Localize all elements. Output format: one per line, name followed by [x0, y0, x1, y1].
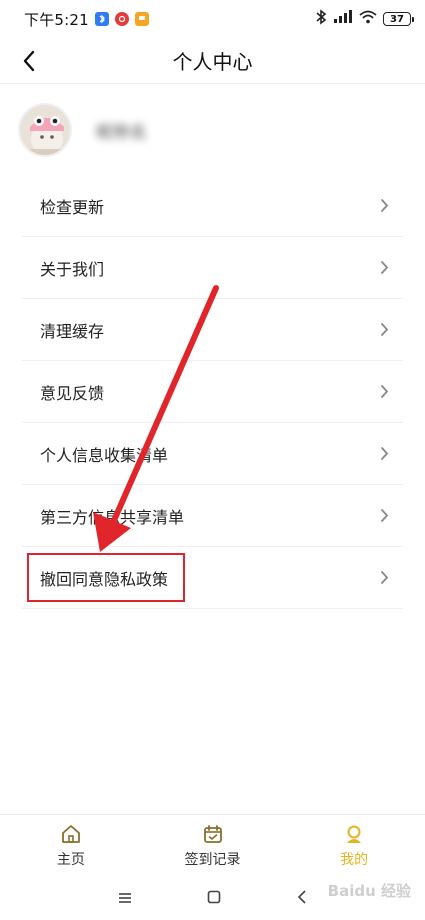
menu-item-label: 关于我们	[40, 259, 105, 279]
chevron-right-icon	[377, 199, 391, 213]
tab-label: 我的	[340, 851, 369, 868]
menu-item-personal-info-list[interactable]: 个人信息收集清单	[22, 423, 403, 485]
tab-mine[interactable]: 我的	[283, 815, 425, 876]
tab-label: 签到记录	[184, 851, 241, 868]
home-icon	[61, 824, 80, 843]
message-app-icon	[134, 12, 149, 26]
cellular-signal-icon	[333, 10, 353, 28]
bottom-tab-bar: 主页 签到记录 我的	[0, 814, 425, 876]
tab-checkin-records[interactable]: 签到记录	[142, 815, 284, 876]
menu-item-third-party-share-list[interactable]: 第三方信息共享清单	[22, 485, 403, 547]
menu-item-label: 第三方信息共享清单	[40, 507, 185, 527]
menu-item-about-us[interactable]: 关于我们	[22, 237, 403, 299]
chevron-right-icon	[377, 323, 391, 337]
tab-home[interactable]: 主页	[0, 815, 142, 876]
status-bar: 下午5:21 37	[0, 0, 425, 38]
menu-item-feedback[interactable]: 意见反馈	[22, 361, 403, 423]
chevron-right-icon	[377, 571, 391, 585]
chevron-right-icon	[377, 509, 391, 523]
wifi-icon	[359, 10, 377, 28]
username: 昵称名	[96, 122, 147, 143]
chevron-right-icon	[377, 261, 391, 275]
menu-item-clear-cache[interactable]: 清理缓存	[22, 299, 403, 361]
menu-item-label: 个人信息收集清单	[40, 445, 169, 465]
nav-bar: 个人中心	[0, 38, 425, 84]
status-right: 37	[315, 9, 414, 29]
watermark: Baidu 经验	[327, 882, 411, 900]
back-button[interactable]	[14, 46, 44, 76]
profile-section[interactable]: 昵称名	[0, 98, 425, 162]
menu-item-label: 清理缓存	[40, 321, 105, 341]
chevron-left-icon	[23, 50, 35, 72]
netease-music-icon	[114, 12, 129, 26]
page-title: 个人中心	[172, 50, 253, 74]
menu-item-check-update[interactable]: 检查更新	[22, 175, 403, 237]
chevron-right-icon	[377, 385, 391, 399]
menu-item-label: 意见反馈	[40, 383, 105, 403]
avatar[interactable]	[18, 103, 72, 157]
settings-menu: 检查更新 关于我们 清理缓存 意见反馈 个人信息收集清单 第三方信息共享清单 撤…	[22, 175, 403, 609]
profile-icon	[347, 825, 362, 843]
menu-item-label: 检查更新	[40, 197, 105, 217]
back-nav-icon[interactable]	[297, 889, 307, 908]
chevron-right-icon	[377, 447, 391, 461]
battery-indicator: 37	[383, 12, 414, 26]
bluetooth-app-icon	[94, 12, 109, 26]
tab-label: 主页	[56, 851, 85, 868]
bluetooth-icon	[315, 9, 327, 29]
calendar-check-icon	[203, 824, 222, 843]
menu-icon[interactable]	[118, 889, 132, 908]
home-button-icon[interactable]	[207, 889, 221, 908]
status-time: 下午5:21	[24, 10, 89, 29]
status-left: 下午5:21	[24, 9, 149, 30]
annotation-highlight-box	[27, 553, 185, 602]
